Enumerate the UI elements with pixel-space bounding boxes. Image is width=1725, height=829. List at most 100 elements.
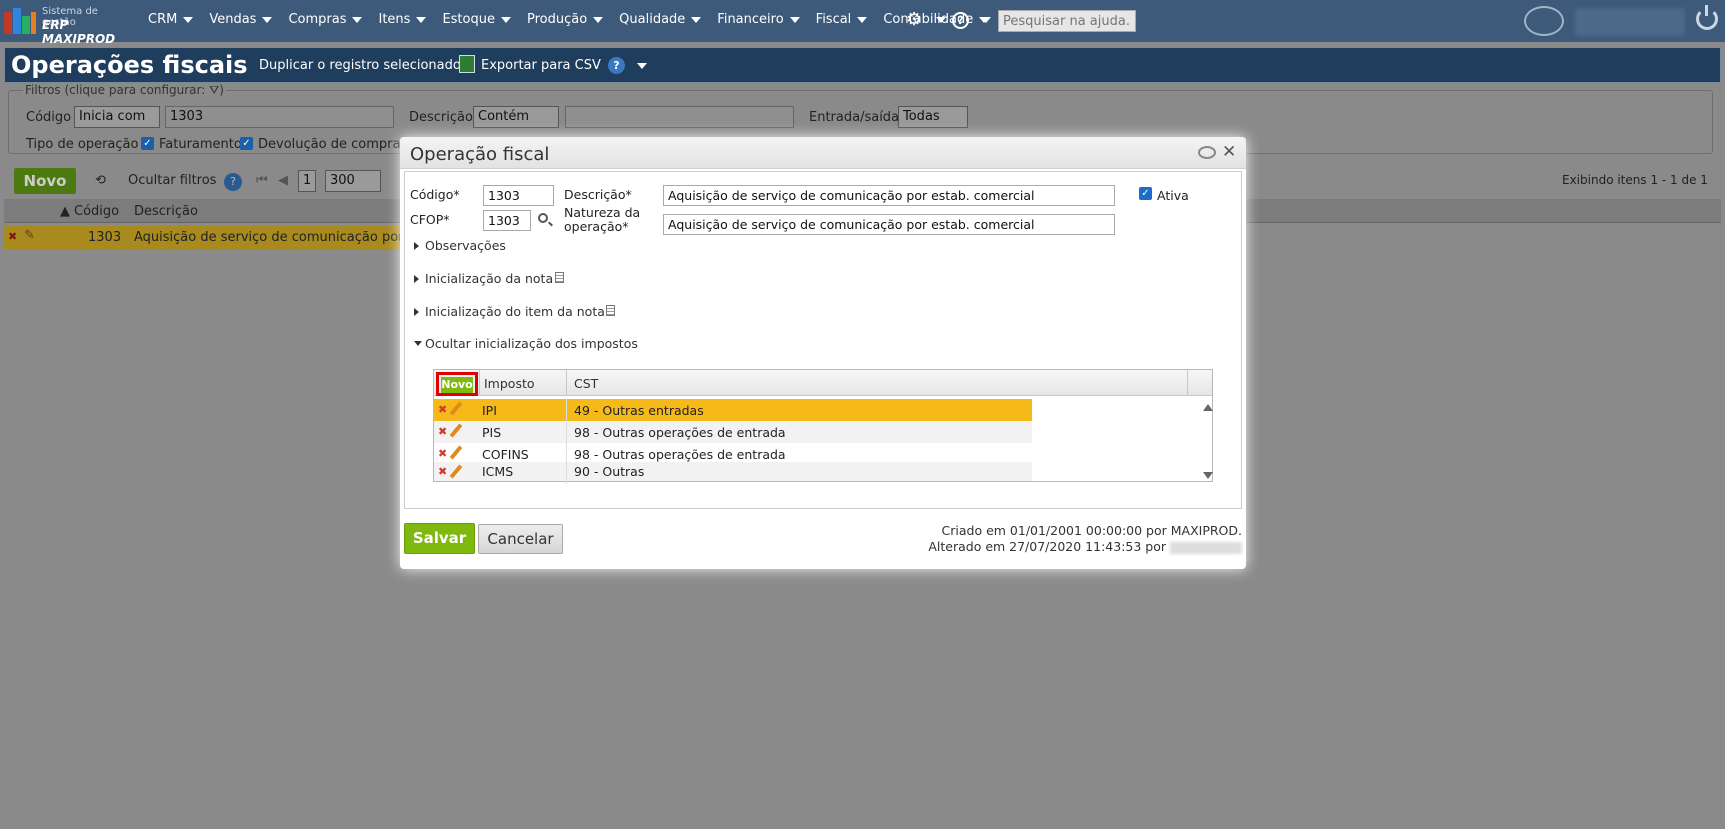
faturamento-checkbox[interactable]: ✓ [141, 137, 154, 150]
grid-col-codigo[interactable]: Código [74, 204, 119, 219]
chat-icon[interactable] [1524, 6, 1564, 36]
scroll-down-icon[interactable] [1203, 472, 1213, 479]
collapse-icon[interactable] [414, 341, 422, 346]
dialog-title: Operação fiscal [410, 144, 550, 165]
section-inicializacao-item[interactable]: Inicialização do item da nota [425, 304, 605, 319]
menu-vendas-label: Vendas [209, 12, 257, 27]
menu-vendas[interactable]: Vendas [201, 12, 280, 27]
help-icon[interactable]: ? [224, 173, 242, 191]
section-observacoes[interactable]: Observações [425, 238, 506, 253]
section-impostos[interactable]: Ocultar inicialização dos impostos [425, 336, 638, 351]
ativa-checkbox[interactable]: ✓ [1139, 187, 1152, 200]
col-cst[interactable]: CST [574, 376, 598, 391]
tax-table-header: Novo Imposto CST [434, 370, 1212, 396]
filters-legend[interactable]: Filtros (clique para configurar: ⛛) [23, 83, 226, 98]
delete-icon[interactable]: ✖ [8, 230, 17, 243]
chevron-down-icon[interactable] [637, 63, 647, 69]
delete-icon[interactable]: ✖ [438, 403, 447, 416]
menu-producao-label: Produção [526, 12, 588, 27]
filter-descricao-mode-select[interactable]: Contém [473, 106, 559, 128]
page-number-input[interactable]: 1 [298, 170, 316, 192]
sort-asc-icon[interactable]: ▲ [60, 204, 70, 219]
menu-itens-label: Itens [378, 12, 411, 27]
save-button[interactable]: Salvar [404, 523, 475, 554]
cfop-input[interactable]: 1303 [483, 210, 531, 231]
blurred-username [1170, 541, 1242, 554]
cst-cell: 49 - Outras entradas [574, 403, 704, 418]
delete-icon[interactable]: ✖ [438, 425, 447, 438]
devolucao-checkbox[interactable]: ✓ [240, 137, 253, 150]
filter-codigo-mode-select[interactable]: Inicia com [74, 106, 160, 128]
new-tax-button[interactable]: Novo [441, 377, 473, 393]
filter-descricao-input[interactable] [565, 106, 794, 128]
gear-icon[interactable]: ⚙ [906, 10, 926, 30]
menu-fiscal[interactable]: Fiscal [808, 12, 876, 27]
erp-logo[interactable]: Sistema de gestão ERP MAXIPROD [4, 6, 128, 46]
expand-icon[interactable] [414, 308, 419, 316]
edit-icon[interactable]: ✎ [24, 228, 35, 243]
duplicate-button[interactable]: Duplicar o registro selecionado [259, 58, 461, 73]
menu-compras[interactable]: Compras [280, 12, 370, 27]
delete-icon[interactable]: ✖ [438, 447, 447, 460]
cancel-button[interactable]: Cancelar [478, 524, 563, 554]
search-icon[interactable] [538, 213, 548, 223]
document-icon[interactable] [606, 305, 615, 316]
chevron-down-icon [593, 16, 604, 23]
comment-icon[interactable] [1198, 146, 1216, 159]
chevron-down-icon[interactable] [936, 17, 946, 23]
edit-icon[interactable] [449, 445, 463, 460]
delete-icon[interactable]: ✖ [438, 465, 447, 478]
section-inicializacao-nota[interactable]: Inicialização da nota [425, 271, 553, 286]
funnel-icon[interactable]: ⛛ [209, 83, 219, 97]
document-icon[interactable] [555, 272, 564, 283]
chevron-down-icon[interactable] [981, 17, 991, 23]
scroll-up-icon[interactable] [1203, 404, 1213, 411]
chevron-down-icon [789, 16, 800, 23]
hide-filters-button[interactable]: Ocultar filtros [128, 173, 216, 188]
new-button[interactable]: Novo [14, 168, 76, 194]
chevron-down-icon [500, 16, 511, 23]
filter-codigo-input[interactable]: 1303 [165, 106, 394, 128]
menu-estoque[interactable]: Estoque [434, 12, 519, 27]
export-csv-button[interactable]: Exportar para CSV [481, 58, 601, 73]
expand-icon[interactable] [414, 275, 419, 283]
devolucao-label: Devolução de compra [258, 137, 401, 152]
help-search-input[interactable] [998, 10, 1136, 32]
descricao-input[interactable]: Aquisição de serviço de comunicação por … [663, 185, 1115, 206]
table-row[interactable]: ✖ ✎ 1303 Aquisição de serviço de comunic… [4, 226, 422, 250]
codigo-input[interactable]: 1303 [483, 185, 554, 206]
edit-icon[interactable] [449, 464, 463, 479]
expand-icon[interactable] [414, 242, 419, 250]
filters-legend-end: ) [219, 83, 224, 97]
descricao-label: Descrição* [564, 187, 632, 202]
prev-page-icon[interactable]: ◀ [278, 173, 288, 188]
menu-producao[interactable]: Produção [519, 12, 611, 27]
menu-crm[interactable]: CRM [140, 12, 201, 27]
col-imposto[interactable]: Imposto [484, 376, 535, 391]
help-icon[interactable]: ? [952, 12, 969, 29]
menu-itens[interactable]: Itens [370, 12, 434, 27]
imposto-cell: ICMS [482, 464, 514, 479]
chevron-down-icon [691, 16, 702, 23]
grid-col-descricao[interactable]: Descrição [134, 204, 198, 219]
power-icon[interactable] [1696, 5, 1718, 30]
table-row[interactable]: ✖ PIS 98 - Outras operações de entrada [434, 421, 1032, 443]
refresh-icon[interactable]: ⟲ [95, 173, 106, 188]
table-row[interactable]: ✖ IPI 49 - Outras entradas [434, 399, 1032, 421]
close-icon[interactable]: ✕ [1222, 142, 1236, 162]
help-icon[interactable]: ? [608, 57, 625, 74]
page-size-select[interactable]: 300 [325, 170, 381, 192]
filter-entrada-label: Entrada/saída [809, 110, 900, 125]
table-row[interactable]: ✖ ICMS 90 - Outras [434, 462, 1032, 484]
edit-icon[interactable] [449, 423, 463, 438]
edit-icon[interactable] [449, 401, 463, 416]
menu-qualidade[interactable]: Qualidade [611, 12, 709, 27]
row-descricao: Aquisição de serviço de comunicação por … [134, 230, 423, 245]
chevron-down-icon [352, 16, 363, 23]
first-page-icon[interactable]: ⏮ [256, 173, 268, 188]
main-menu: CRM Vendas Compras Itens Estoque Produçã… [140, 12, 997, 27]
filter-entrada-select[interactable]: Todas [898, 106, 968, 128]
user-info[interactable] [1575, 8, 1685, 36]
menu-financeiro[interactable]: Financeiro [709, 12, 807, 27]
natureza-input[interactable]: Aquisição de serviço de comunicação por … [663, 214, 1115, 235]
